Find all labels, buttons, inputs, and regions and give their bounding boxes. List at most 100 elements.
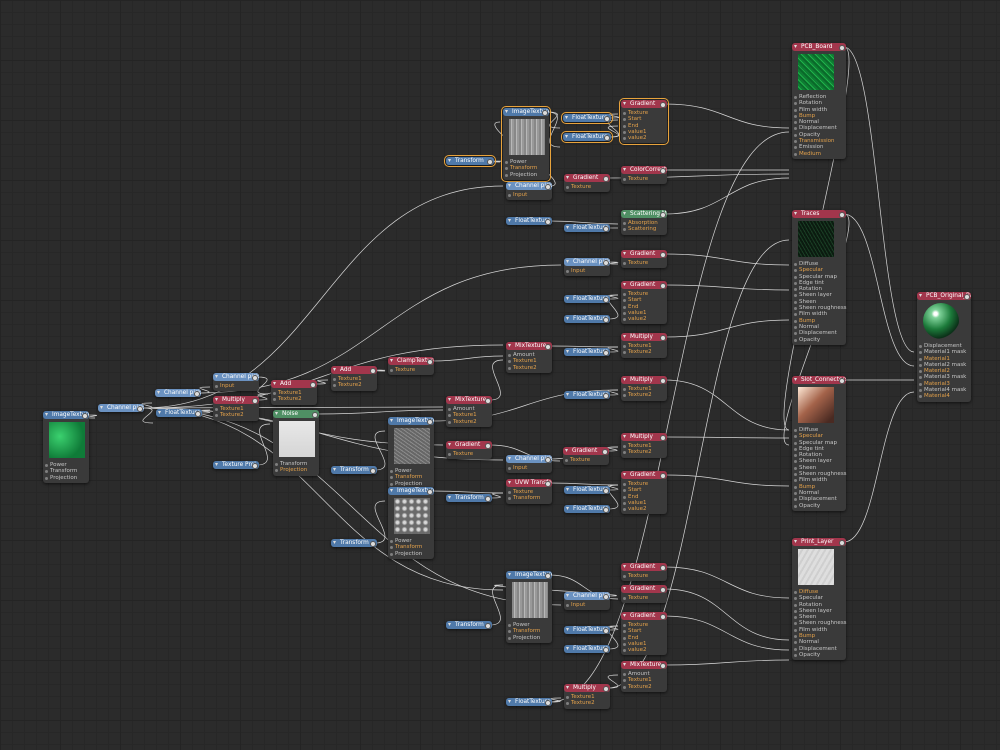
node-header[interactable]: Multiply <box>564 684 610 692</box>
node-header[interactable]: Transform <box>331 539 377 547</box>
node-gradient[interactable]: Gradient Texture <box>563 447 609 466</box>
input-pin[interactable]: Projection <box>508 635 552 641</box>
input-pin[interactable]: value2 <box>623 506 667 512</box>
node-header[interactable]: ImageTexture <box>506 571 552 579</box>
input-pin[interactable]: Texture <box>565 457 609 463</box>
node-noise[interactable]: NoiseTransformProjection <box>273 410 319 476</box>
node-header[interactable]: Transform <box>331 466 377 474</box>
node-floattexture[interactable]: FloatTexture <box>561 112 613 124</box>
input-pin[interactable]: Projection <box>45 475 89 481</box>
node-header[interactable]: FloatTexture <box>564 505 610 513</box>
node-header[interactable]: Gradient <box>621 471 667 479</box>
node-traces[interactable]: TracesDiffuseSpecularSpecular mapEdge ti… <box>792 210 847 345</box>
node-header[interactable]: Add <box>331 366 377 374</box>
output-pin-icon[interactable] <box>545 183 551 190</box>
input-pin[interactable]: Input <box>566 602 610 608</box>
node-channel-picker[interactable]: Channel picker Input <box>506 182 552 201</box>
output-pin-icon[interactable] <box>603 646 609 653</box>
output-pin-icon[interactable] <box>137 405 143 412</box>
input-pin[interactable]: Texture2 <box>215 412 259 418</box>
node-header[interactable]: MixTexture <box>446 396 492 404</box>
output-pin-icon[interactable] <box>660 662 666 669</box>
node-header[interactable]: Gradient <box>621 281 667 289</box>
input-pin[interactable]: Projection <box>505 172 549 178</box>
output-pin-icon[interactable] <box>839 539 845 546</box>
node-transform[interactable]: Transform <box>331 466 377 474</box>
node-gradient[interactable]: GradientTextureStartEndvalue1value2 <box>621 471 667 515</box>
node-gradient[interactable]: Gradient Texture <box>446 441 492 460</box>
output-pin-icon[interactable] <box>487 158 493 165</box>
input-pin[interactable]: Projection <box>390 481 434 487</box>
node-header[interactable]: Gradient <box>563 447 609 455</box>
input-pin[interactable]: Texture <box>623 176 667 182</box>
input-pin[interactable]: Texture2 <box>623 349 667 355</box>
output-pin-icon[interactable] <box>603 296 609 303</box>
output-pin-icon[interactable] <box>195 410 201 417</box>
node-header[interactable]: Multiply <box>621 333 667 341</box>
node-header[interactable]: FloatTexture <box>506 698 552 706</box>
input-pin[interactable]: Scattering <box>623 226 667 232</box>
output-pin-icon[interactable] <box>604 115 610 122</box>
node-imagetexture[interactable]: ImageTexturePowerTransformProjection <box>388 417 434 489</box>
node-header[interactable]: Channel picker <box>506 455 552 463</box>
node-colorcorrection[interactable]: ColorCorrection Texture <box>621 166 667 185</box>
node-gradient[interactable]: GradientTextureStartEndvalue1value2 <box>621 612 667 656</box>
node-header[interactable]: ColorCorrection <box>621 166 667 174</box>
input-pin[interactable]: Opacity <box>794 503 846 509</box>
node-channel-picker[interactable]: Channel picker Input <box>564 592 610 611</box>
node-floattexture[interactable]: FloatTexture <box>564 486 610 494</box>
node-header[interactable]: Channel picker <box>98 404 144 412</box>
input-pin[interactable]: Texture2 <box>623 449 667 455</box>
node-header[interactable]: FloatTexture <box>506 217 552 225</box>
node-multiply[interactable]: MultiplyTexture1Texture2 <box>621 376 667 401</box>
node-header[interactable]: Gradient <box>621 612 667 620</box>
output-pin-icon[interactable] <box>660 377 666 384</box>
node-mixtexture[interactable]: MixTextureAmountTexture1Texture2 <box>506 342 552 373</box>
node-imagetexture[interactable]: ImageTexturePowerTransformProjection <box>501 106 551 182</box>
node-header[interactable]: Texture Proj <box>213 461 259 469</box>
output-pin-icon[interactable] <box>545 699 551 706</box>
node-pcb-board[interactable]: PCB_BoardReflectionRotationFilm widthBum… <box>792 43 846 159</box>
node-header[interactable]: ImageTexture <box>503 108 549 116</box>
node-header[interactable]: PCB_Board <box>792 43 846 51</box>
node-header[interactable]: Multiply <box>621 433 667 441</box>
output-pin-icon[interactable] <box>427 358 433 365</box>
node-imagetexture[interactable]: ImageTexturePowerTransformProjection <box>388 487 434 559</box>
node-multiply[interactable]: MultiplyTexture1Texture2 <box>564 684 610 709</box>
input-pin[interactable]: Texture <box>623 260 667 266</box>
node-gradient[interactable]: GradientTextureStartEndvalue1value2 <box>619 97 669 146</box>
input-pin[interactable]: Texture2 <box>623 684 667 690</box>
node-floattexture[interactable]: FloatTexture <box>564 315 610 323</box>
node-header[interactable]: Multiply <box>621 376 667 384</box>
node-floattexture[interactable]: FloatTexture <box>564 295 610 303</box>
output-pin-icon[interactable] <box>427 488 433 495</box>
output-pin-icon[interactable] <box>82 412 88 419</box>
output-pin-icon[interactable] <box>545 480 551 487</box>
output-pin-icon[interactable] <box>660 251 666 258</box>
node-header[interactable]: ImageTexture <box>388 417 434 425</box>
node-slot-connectors[interactable]: Slot_ConnectorsDiffuseSpecularSpecular m… <box>792 376 847 511</box>
node-header[interactable]: Channel picker <box>155 389 201 397</box>
output-pin-icon[interactable] <box>603 593 609 600</box>
output-pin-icon[interactable] <box>370 467 376 474</box>
input-pin[interactable]: Texture <box>566 184 610 190</box>
node-header[interactable]: FloatTexture <box>564 295 610 303</box>
output-pin-icon[interactable] <box>660 564 666 571</box>
input-pin[interactable]: Texture2 <box>623 392 667 398</box>
node-add[interactable]: AddTexture1Texture2 <box>271 380 317 405</box>
output-pin-icon[interactable] <box>603 349 609 356</box>
output-pin-icon[interactable] <box>603 392 609 399</box>
node-floattexture[interactable]: FloatTexture <box>564 626 610 634</box>
input-pin[interactable]: value2 <box>623 316 667 322</box>
node-header[interactable]: Gradient <box>564 174 610 182</box>
input-pin[interactable]: Texture <box>623 573 667 579</box>
node-floattexture[interactable]: FloatTexture <box>564 645 610 653</box>
node-header[interactable]: Gradient <box>621 100 667 108</box>
node-header[interactable]: FloatTexture <box>563 114 611 122</box>
node-clamptexture[interactable]: ClampTexture Texture <box>388 357 434 376</box>
input-pin[interactable]: Input <box>566 268 610 274</box>
node-imagetexture[interactable]: ImageTexturePowerTransformProjection <box>506 571 552 643</box>
node-add[interactable]: AddTexture1Texture2 <box>331 366 377 391</box>
input-pin[interactable]: Texture <box>390 367 434 373</box>
output-pin-icon[interactable] <box>603 316 609 323</box>
